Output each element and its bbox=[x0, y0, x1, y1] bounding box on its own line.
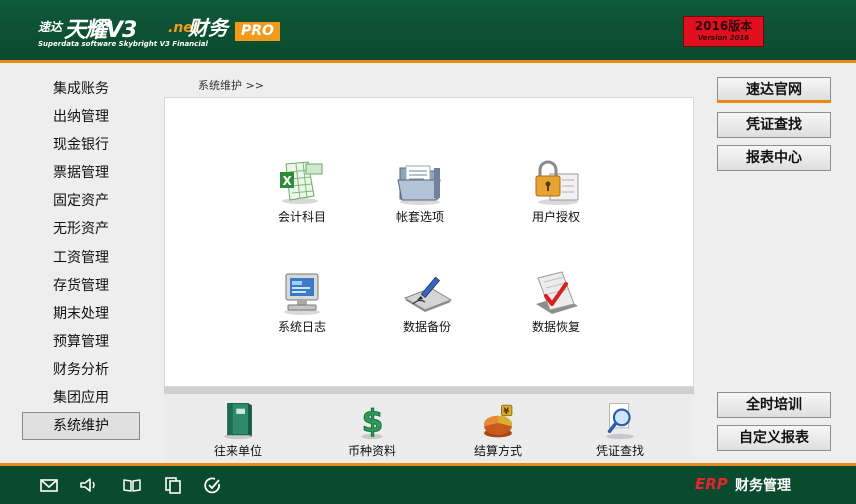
version-sub: Version 2016 bbox=[697, 34, 750, 42]
panel-divider bbox=[164, 387, 694, 394]
restore-check-icon bbox=[536, 271, 578, 314]
tile-data-restore[interactable]: 数据恢复 bbox=[506, 270, 606, 335]
app-header: 速达 天耀V3 .net 财务 Superdata software Skybr… bbox=[0, 0, 856, 60]
nav-item-payroll[interactable]: 工资管理 bbox=[22, 244, 140, 272]
report-center-button[interactable]: 报表中心 bbox=[717, 145, 831, 171]
header-accent-line bbox=[0, 60, 856, 63]
tile-system-log[interactable]: 系统日志 bbox=[252, 270, 352, 335]
nav-item-analysis[interactable]: 财务分析 bbox=[22, 356, 140, 384]
version-main: 2016版本 bbox=[694, 19, 753, 33]
tile-label: 凭证查找 bbox=[595, 444, 644, 458]
nav-item-bills[interactable]: 票据管理 bbox=[22, 159, 140, 187]
logo-title: 天耀V3 bbox=[64, 18, 137, 43]
tile-data-backup[interactable]: 数据备份 bbox=[377, 270, 477, 335]
mail-icon[interactable] bbox=[39, 476, 59, 494]
tile-contacts[interactable]: 往来单位 bbox=[188, 400, 288, 459]
nav-item-cashier[interactable]: 出纳管理 bbox=[22, 103, 140, 131]
app-logo: 速达 天耀V3 .net 财务 Superdata software Skybr… bbox=[38, 12, 228, 48]
svg-text:$: $ bbox=[362, 403, 384, 439]
breadcrumb: 系统维护 >> bbox=[198, 79, 264, 92]
nav-item-period-end[interactable]: 期末处理 bbox=[22, 300, 140, 328]
pie-chart-icon: ¥ bbox=[483, 404, 513, 438]
nav-item-budget[interactable]: 预算管理 bbox=[22, 328, 140, 356]
tile-label: 数据备份 bbox=[402, 320, 451, 334]
copy-icon[interactable] bbox=[163, 476, 183, 494]
bottom-panel: 往来单位 $ 币种资料 ¥ 结算方式 凭证查找 bbox=[164, 394, 694, 462]
tile-label: 数据恢复 bbox=[531, 320, 580, 334]
monitor-icon bbox=[284, 273, 320, 315]
lock-icon bbox=[535, 160, 579, 205]
tile-user-authorization[interactable]: 用户授权 bbox=[506, 160, 606, 225]
app-footer: ERP 财务管理 bbox=[0, 466, 856, 504]
nav-item-group[interactable]: 集团应用 bbox=[22, 384, 140, 412]
logo-suffix: 财务 bbox=[188, 16, 228, 40]
nav-item-ledger[interactable]: 集成账务 bbox=[22, 75, 140, 103]
tile-currency[interactable]: $ 币种资料 bbox=[322, 400, 422, 459]
custom-report-button[interactable]: 自定义报表 bbox=[717, 425, 831, 451]
book-icon[interactable] bbox=[122, 476, 142, 494]
tile-label: 用户授权 bbox=[531, 210, 580, 224]
tile-label: 帐套选项 bbox=[395, 210, 444, 224]
magnifier-icon bbox=[606, 403, 634, 440]
spreadsheet-icon: X bbox=[280, 161, 323, 204]
sudar-website-button[interactable]: 速达官网 bbox=[717, 77, 831, 103]
training-button[interactable]: 全时培训 bbox=[717, 392, 831, 418]
svg-text:¥: ¥ bbox=[503, 407, 509, 417]
svg-text:X: X bbox=[283, 174, 293, 188]
speaker-icon[interactable] bbox=[78, 476, 98, 494]
tile-accounting-subjects[interactable]: X 会计科目 bbox=[252, 160, 352, 225]
tile-label: 系统日志 bbox=[277, 320, 326, 334]
refresh-check-icon[interactable] bbox=[203, 476, 223, 494]
folder-icon bbox=[397, 165, 441, 205]
nav-item-intangible-assets[interactable]: 无形资产 bbox=[22, 215, 140, 243]
version-badge: 2016版本 Version 2016 bbox=[683, 16, 764, 47]
binder-icon bbox=[224, 403, 252, 440]
left-nav: 集成账务 出纳管理 现金银行 票据管理 固定资产 无形资产 工资管理 存货管理 … bbox=[22, 75, 140, 441]
backup-pen-icon bbox=[403, 276, 453, 312]
nav-item-system-maintenance[interactable]: 系统维护 bbox=[22, 412, 140, 441]
pro-badge: PRO bbox=[235, 22, 280, 41]
voucher-search-button[interactable]: 凭证查找 bbox=[717, 112, 831, 138]
nav-item-fixed-assets[interactable]: 固定资产 bbox=[22, 187, 140, 215]
tile-label: 结算方式 bbox=[473, 444, 522, 458]
tile-label: 币种资料 bbox=[347, 444, 396, 458]
main-panel: X 会计科目 帐套选项 用户授权 系统日志 数据备份 数据恢复 bbox=[164, 97, 694, 387]
tile-voucher-search[interactable]: 凭证查找 bbox=[570, 400, 670, 459]
nav-item-cash-bank[interactable]: 现金银行 bbox=[22, 131, 140, 159]
footer-label: 财务管理 bbox=[735, 478, 791, 494]
tile-settlement[interactable]: ¥ 结算方式 bbox=[448, 400, 548, 459]
tile-label: 会计科目 bbox=[277, 210, 326, 224]
currency-icon: $ bbox=[361, 403, 384, 440]
tile-label: 往来单位 bbox=[213, 444, 262, 458]
nav-item-inventory[interactable]: 存货管理 bbox=[22, 272, 140, 300]
erp-logo: ERP bbox=[695, 475, 728, 493]
logo-brand: 速达 bbox=[38, 20, 63, 34]
tile-account-options[interactable]: 帐套选项 bbox=[370, 160, 470, 225]
